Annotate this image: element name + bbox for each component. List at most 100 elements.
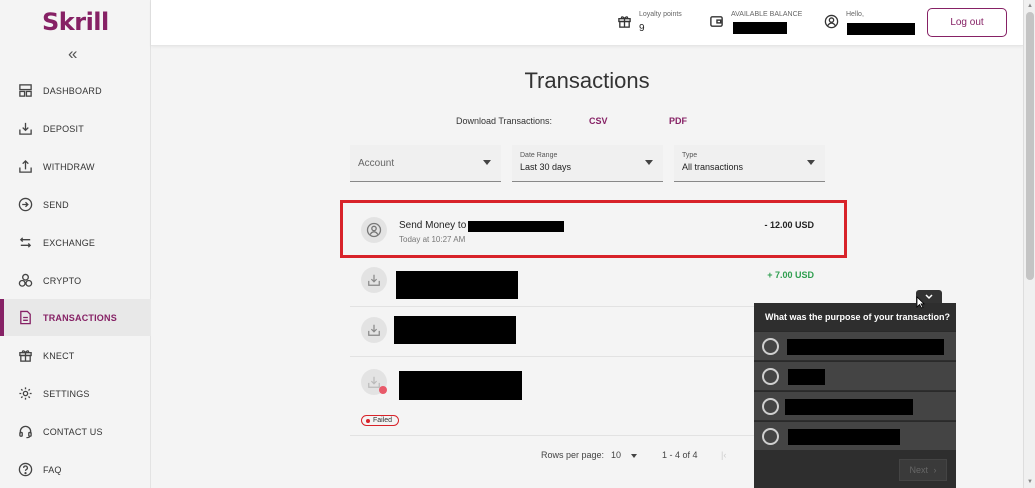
chevron-down-icon [925, 294, 933, 300]
sidebar-item-contact-us[interactable]: CONTACT US [0, 413, 151, 450]
sidebar-item-label: EXCHANGE [43, 237, 96, 248]
survey-popup: What was the purpose of your transaction… [754, 303, 956, 488]
gift-icon [617, 14, 633, 30]
sidebar-item-send[interactable]: SEND [0, 186, 151, 223]
top-bar: Loyalty points 9 AVAILABLE BALANCE Hello… [151, 0, 1023, 46]
sidebar-item-label: SETTINGS [43, 388, 90, 399]
redacted-username [847, 23, 915, 35]
deposit-icon [17, 121, 33, 137]
crypto-icon [17, 273, 33, 289]
next-label: Next [909, 465, 928, 475]
withdraw-icon [17, 159, 33, 175]
transaction-time: Today at 10:27 AM [399, 235, 466, 244]
redacted-option-text [785, 399, 913, 415]
first-page-icon[interactable]: |‹ [721, 450, 726, 460]
transaction-description: Send Money to [399, 220, 467, 231]
account-filter-select[interactable]: Account [350, 145, 501, 182]
sidebar-item-knect[interactable]: KNECT [0, 337, 151, 374]
redacted-description [399, 371, 522, 400]
user-icon [361, 217, 387, 243]
radio-icon [762, 428, 779, 445]
download-label: Download Transactions: [456, 116, 553, 126]
sidebar-item-label: DASHBOARD [43, 85, 102, 96]
rows-per-page-value: 10 [611, 450, 622, 460]
sidebar-item-label: CONTACT US [43, 426, 103, 437]
chevron-right-icon: › [933, 465, 937, 475]
sidebar-item-deposit[interactable]: DEPOSIT [0, 110, 151, 147]
sidebar-item-dashboard[interactable]: DASHBOARD [0, 72, 151, 109]
loyalty-value: 9 [639, 23, 645, 34]
transaction-amount: - 12.00 USD [764, 220, 814, 230]
redacted-option-text [788, 369, 825, 385]
greeting-label: Hello, [846, 11, 864, 18]
chevron-down-icon [483, 160, 491, 165]
user-greeting[interactable]: Hello, [824, 10, 924, 36]
page-title: Transactions [524, 68, 650, 93]
scroll-up-arrow-icon[interactable]: ▲ [1024, 1, 1035, 11]
rows-per-page-select[interactable]: 10 [611, 450, 637, 460]
type-filter-select[interactable]: Type All transactions [674, 145, 825, 182]
type-value: All transactions [682, 162, 744, 172]
chevron-down-icon [807, 160, 815, 165]
chevron-down-icon [630, 453, 637, 458]
sidebar-item-label: DEPOSIT [43, 123, 84, 134]
available-balance[interactable]: AVAILABLE BALANCE [709, 10, 809, 36]
user-icon [824, 14, 840, 30]
dashboard-icon [17, 83, 33, 99]
survey-next-button[interactable]: Next › [899, 459, 947, 481]
date-range-value: Last 30 days [520, 162, 572, 172]
sidebar-item-crypto[interactable]: CRYPTO [0, 262, 151, 299]
sidebar-item-withdraw[interactable]: WITHDRAW [0, 148, 151, 185]
sidebar-item-exchange[interactable]: EXCHANGE [0, 224, 151, 261]
chevron-down-icon [645, 160, 653, 165]
sidebar-item-settings[interactable]: SETTINGS [0, 375, 151, 412]
survey-question: What was the purpose of your transaction… [765, 312, 951, 322]
survey-option[interactable] [754, 391, 956, 420]
redacted-option-text [787, 339, 944, 355]
download-csv-link[interactable]: CSV [589, 116, 608, 126]
sidebar-item-label: KNECT [43, 350, 75, 361]
sidebar-item-transactions[interactable]: TRANSACTIONS [0, 299, 151, 336]
exchange-icon [17, 235, 33, 251]
loyalty-points[interactable]: Loyalty points 9 [617, 10, 707, 36]
redacted-description [394, 316, 516, 344]
question-icon [17, 462, 33, 478]
survey-option[interactable] [754, 421, 956, 450]
transaction-row[interactable]: Send Money to Today at 10:27 AM - 12.00 … [350, 200, 825, 257]
loyalty-label: Loyalty points [639, 11, 682, 18]
skrill-logo[interactable]: Skrill [42, 8, 109, 36]
gift-icon [17, 348, 33, 364]
date-range-filter-select[interactable]: Date Range Last 30 days [512, 145, 663, 182]
logout-button[interactable]: Log out [927, 8, 1007, 37]
gear-icon [17, 386, 33, 402]
wallet-icon [709, 14, 725, 30]
page-scrollbar[interactable]: ▲ ▼ [1023, 0, 1035, 488]
scroll-down-arrow-icon[interactable]: ▼ [1024, 477, 1035, 487]
transaction-amount: + 7.00 USD [767, 270, 814, 280]
sidebar-item-faq[interactable]: FAQ [0, 451, 151, 488]
send-icon [17, 197, 33, 213]
scroll-thumb[interactable] [1026, 12, 1034, 280]
sidebar-item-label: FAQ [43, 464, 62, 475]
account-placeholder: Account [358, 158, 395, 169]
collapse-sidebar-button[interactable]: « [68, 44, 77, 64]
survey-option[interactable] [754, 331, 956, 360]
deposit-icon [361, 317, 387, 343]
date-range-label: Date Range [520, 152, 558, 159]
radio-icon [762, 368, 779, 385]
mouse-cursor-icon [916, 296, 925, 309]
redacted-option-text [788, 429, 900, 445]
download-pdf-link[interactable]: PDF [669, 116, 687, 126]
headset-icon [17, 424, 33, 440]
rows-per-page-label: Rows per page: [541, 450, 605, 460]
status-badge: Failed [361, 415, 400, 426]
balance-label: AVAILABLE BALANCE [731, 11, 803, 18]
pagination-range: 1 - 4 of 4 [662, 450, 698, 460]
survey-option[interactable] [754, 361, 956, 390]
sidebar: Skrill « DASHBOARD DEPOSIT WITHDRAW SEND… [0, 0, 151, 488]
failed-dot-icon [379, 386, 387, 394]
sidebar-item-label: CRYPTO [43, 275, 82, 286]
deposit-icon [361, 267, 387, 293]
redacted-description [396, 271, 518, 299]
transaction-row[interactable]: + 7.00 USD [350, 257, 825, 307]
